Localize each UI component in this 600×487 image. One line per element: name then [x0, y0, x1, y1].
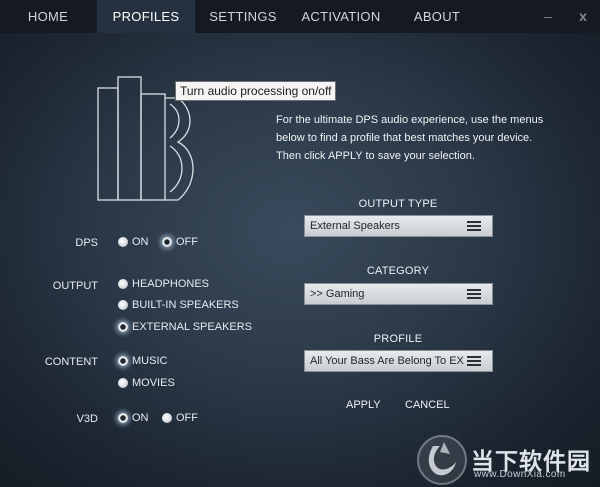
dps-label: DPS [75, 237, 98, 249]
output-headphones-radio[interactable]: HEADPHONES [118, 277, 209, 291]
tab-home[interactable]: HOME [20, 0, 76, 33]
radio-icon [118, 237, 128, 247]
tab-settings[interactable]: SETTINGS [206, 0, 280, 33]
radio-selected-icon [118, 322, 128, 332]
radio-icon [162, 413, 172, 423]
profile-label: PROFILE [373, 333, 423, 345]
menu-icon [467, 221, 481, 231]
close-button[interactable]: x [575, 8, 591, 24]
content-movies-radio[interactable]: MOVIES [118, 376, 175, 390]
content-music-radio[interactable]: MUSIC [118, 354, 167, 368]
radio-selected-icon [162, 237, 172, 247]
v3d-on-radio[interactable]: ON [118, 411, 149, 425]
tab-about[interactable]: ABOUT [408, 0, 466, 33]
output-builtin-speakers-radio[interactable]: BUILT-IN SPEAKERS [118, 298, 239, 312]
dps-off-radio[interactable]: OFF [162, 235, 198, 249]
profile-description: For the ultimate DPS audio experience, u… [276, 114, 544, 162]
top-nav: HOME PROFILES SETTINGS ACTIVATION ABOUT … [0, 0, 600, 33]
profile-select[interactable]: All Your Bass Are Belong To EX [304, 350, 493, 372]
watermark-url: www.DownXia.com [474, 469, 566, 480]
radio-selected-icon [118, 413, 128, 423]
v3d-off-radio[interactable]: OFF [162, 411, 198, 425]
content-label: CONTENT [44, 356, 98, 368]
output-label: OUTPUT [52, 280, 98, 292]
output-type-select[interactable]: External Speakers [304, 215, 493, 237]
radio-selected-icon [118, 356, 128, 366]
category-label: CATEGORY [366, 265, 430, 277]
dps-on-radio[interactable]: ON [118, 235, 149, 249]
output-type-label: OUTPUT TYPE [358, 198, 438, 210]
minimize-button[interactable]: – [540, 8, 556, 24]
dps-tooltip: Turn audio processing on/off [175, 81, 337, 101]
menu-icon [467, 289, 481, 299]
radio-icon [118, 279, 128, 289]
v3d-label: V3D [76, 413, 98, 425]
radio-icon [118, 378, 128, 388]
profile-value: All Your Bass Are Belong To EX [310, 355, 464, 367]
category-select[interactable]: >> Gaming [304, 283, 493, 305]
output-external-speakers-radio[interactable]: EXTERNAL SPEAKERS [118, 320, 252, 334]
tab-activation[interactable]: ACTIVATION [298, 0, 384, 33]
radio-icon [118, 300, 128, 310]
cancel-button[interactable]: CANCEL [405, 399, 450, 411]
category-value: >> Gaming [310, 288, 365, 300]
menu-icon [467, 356, 481, 366]
output-type-value: External Speakers [310, 220, 400, 232]
tab-profiles[interactable]: PROFILES [97, 0, 195, 33]
apply-button[interactable]: APPLY [346, 399, 381, 411]
